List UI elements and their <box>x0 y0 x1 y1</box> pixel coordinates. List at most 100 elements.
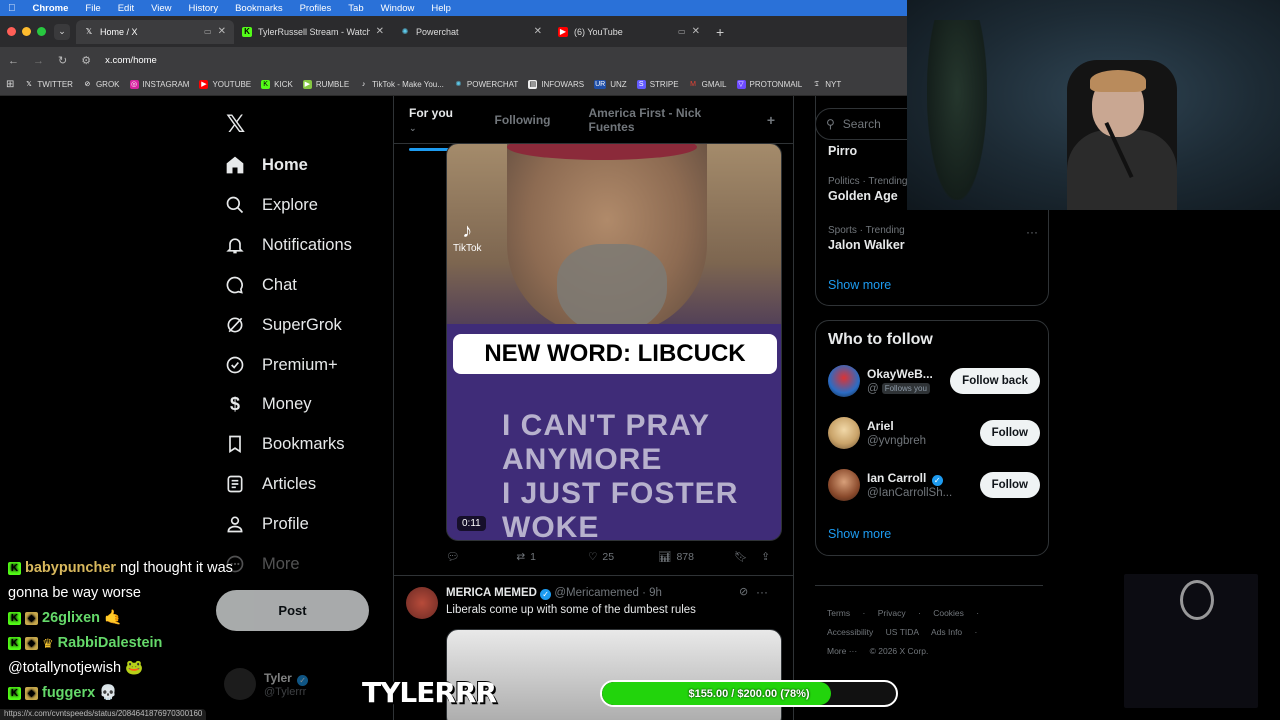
close-tab-icon[interactable]: ✕ <box>376 26 384 37</box>
bookmark-button[interactable]: 🔖︎ <box>734 550 747 563</box>
sidebar-item-premium[interactable]: Premium+ <box>224 352 338 378</box>
url-field[interactable]: x.com/home <box>105 55 157 66</box>
follow-suggestion[interactable]: Ian Carroll ✓ @IanCarrollSh... Follow <box>828 469 1040 505</box>
tab-for-you[interactable]: For you ⌄ <box>409 105 457 151</box>
sidebar-item-money[interactable]: $ Money <box>224 391 312 417</box>
close-tab-icon[interactable]: ✕ <box>534 26 542 37</box>
footer-accessibility[interactable]: Accessibility <box>827 627 873 637</box>
bookmark-powerchat[interactable]: ✺ POWERCHAT <box>454 80 518 89</box>
like-button[interactable]: ♡ 25 <box>588 551 614 563</box>
tiktok-watermark: ♪ TikTok <box>453 220 482 254</box>
bookmark-instagram[interactable]: ◎ INSTAGRAM <box>129 80 189 89</box>
reply-button[interactable]: 💬︎ <box>446 550 464 563</box>
tab-america-first[interactable]: America First - Nick Fuentes <box>589 106 729 134</box>
bookmark-twitter[interactable]: 𝕏 TWITTER <box>24 80 73 89</box>
bookmark-unz[interactable]: UR UNZ <box>594 80 627 89</box>
more-options-icon[interactable]: ··· <box>1026 225 1038 239</box>
forward-icon[interactable]: → <box>33 55 44 67</box>
tab-x-home[interactable]: 𝕏 Home / X ▭ ✕ <box>76 19 234 44</box>
x-logo-icon[interactable]: 𝕏 <box>226 110 245 139</box>
bookmark-kick[interactable]: K KICK <box>261 80 293 89</box>
trend-item[interactable]: Sports · Trending Jalon Walker ··· <box>828 225 1038 252</box>
follow-suggestion[interactable]: OkayWeB... @ Follows you Follow back <box>828 365 1040 401</box>
bookmark-gmail[interactable]: M GMAIL <box>689 80 726 89</box>
author-handle[interactable]: @Mericamemed <box>554 587 639 599</box>
back-icon[interactable]: ← <box>8 55 19 67</box>
footer-ads-info[interactable]: Ads Info <box>931 627 962 637</box>
sidebar-item-home[interactable]: Home <box>224 152 308 178</box>
sidebar-item-chat[interactable]: Chat <box>224 272 297 298</box>
menu-edit[interactable]: Edit <box>118 3 134 14</box>
tab-kick-stream[interactable]: K TylerRussell Stream - Watch ✕ <box>234 20 392 44</box>
tab-following[interactable]: Following <box>495 113 551 127</box>
footer-more[interactable]: More ··· <box>827 646 857 656</box>
share-button[interactable]: ⇪ <box>761 551 770 563</box>
site-info-icon[interactable]: ⚙ <box>81 54 91 67</box>
sidebar-item-supergrok[interactable]: SuperGrok <box>224 312 342 338</box>
grok-icon[interactable]: ⊘ <box>739 585 748 598</box>
sidebar-item-label: Articles <box>262 474 317 493</box>
picture-in-picture-icon[interactable]: ▭ <box>678 27 686 36</box>
new-tab-icon[interactable]: + <box>708 24 732 40</box>
repost-button[interactable]: ⇄ 1 <box>516 551 536 563</box>
views-button[interactable]: 📊︎ 878 <box>658 550 694 564</box>
sidebar-item-bookmarks[interactable]: Bookmarks <box>224 431 345 457</box>
sidebar-item-profile[interactable]: Profile <box>224 511 309 537</box>
bookmark-grok[interactable]: ⊘ GROK <box>83 80 120 89</box>
menu-bookmarks[interactable]: Bookmarks <box>235 3 283 14</box>
follow-suggestion[interactable]: Ariel @yvngbreh Follow <box>828 417 1040 453</box>
close-window-button[interactable] <box>7 27 16 36</box>
menu-window[interactable]: Window <box>381 3 415 14</box>
reload-icon[interactable]: ↻ <box>58 54 67 67</box>
zoom-window-button[interactable] <box>37 27 46 36</box>
sidebar-item-explore[interactable]: Explore <box>224 192 318 218</box>
repost-icon: ⇄ <box>516 550 526 563</box>
close-tab-icon[interactable]: ✕ <box>218 26 226 37</box>
apps-grid-icon[interactable]: ⊞ <box>6 79 14 90</box>
bookmark-rumble[interactable]: ▶ RUMBLE <box>302 80 349 89</box>
footer-cookies[interactable]: Cookies <box>933 608 964 618</box>
bookmark-icon <box>224 433 246 455</box>
bookmark-nyt[interactable]: 𝔗 NYT <box>812 80 841 89</box>
footer-privacy[interactable]: Privacy <box>878 608 906 618</box>
menu-file[interactable]: File <box>85 3 100 14</box>
more-options-icon[interactable]: ··· <box>756 585 768 599</box>
add-tab-icon[interactable]: + <box>767 112 775 128</box>
menu-help[interactable]: Help <box>431 3 451 14</box>
picture-in-picture-icon[interactable]: ▭ <box>204 27 212 36</box>
sidebar-item-notifications[interactable]: Notifications <box>224 232 352 258</box>
author-name[interactable]: MERICA MEMED <box>446 587 537 599</box>
tab-youtube[interactable]: ▶ (6) YouTube ▭ ✕ <box>550 20 708 44</box>
menu-view[interactable]: View <box>151 3 171 14</box>
follow-button[interactable]: Follow <box>979 420 1040 446</box>
tab-search-icon[interactable]: ⌄ <box>54 23 70 40</box>
sidebar-item-articles[interactable]: Articles <box>224 471 316 497</box>
show-more-link[interactable]: Show more <box>828 527 891 541</box>
bookmark-youtube[interactable]: ▶ YOUTUBE <box>199 80 251 89</box>
follow-button[interactable]: Follow <box>979 472 1040 498</box>
footer-us-tida[interactable]: US TIDA <box>886 627 919 637</box>
menu-tab[interactable]: Tab <box>348 3 363 14</box>
tab-powerchat[interactable]: ✺ Powerchat ✕ <box>392 20 550 44</box>
bookmark-protonmail[interactable]: ▽ PROTONMAIL <box>736 80 802 89</box>
bookmark-infowars[interactable]: ▤ INFOWARS <box>528 80 584 89</box>
bookmark-stripe[interactable]: S STRIPE <box>636 80 679 89</box>
menubar-app-name[interactable]: Chrome <box>33 3 69 14</box>
video-frame-beard <box>557 244 667 334</box>
chat-message: gonna be way worse <box>8 581 288 606</box>
bookmark-tiktok[interactable]: ♪ TikTok - Make You... <box>359 80 444 89</box>
follow-back-button[interactable]: Follow back <box>950 368 1040 394</box>
avatar[interactable] <box>406 587 438 619</box>
footer-terms[interactable]: Terms <box>827 608 850 618</box>
apple-icon[interactable]:  <box>8 3 16 14</box>
show-more-link[interactable]: Show more <box>828 278 891 292</box>
post-time[interactable]: 9h <box>649 587 662 599</box>
menu-history[interactable]: History <box>189 3 219 14</box>
tab-label: For you <box>409 105 453 120</box>
tab-title: Powerchat <box>416 26 459 37</box>
minimize-window-button[interactable] <box>22 27 31 36</box>
menu-profiles[interactable]: Profiles <box>300 3 332 14</box>
video-player[interactable]: I CAN'T PRAYANYMOREI JUST FOSTER WOKETIL… <box>446 143 782 541</box>
chat-username: RabbiDalestein <box>57 635 163 651</box>
close-tab-icon[interactable]: ✕ <box>692 26 700 37</box>
